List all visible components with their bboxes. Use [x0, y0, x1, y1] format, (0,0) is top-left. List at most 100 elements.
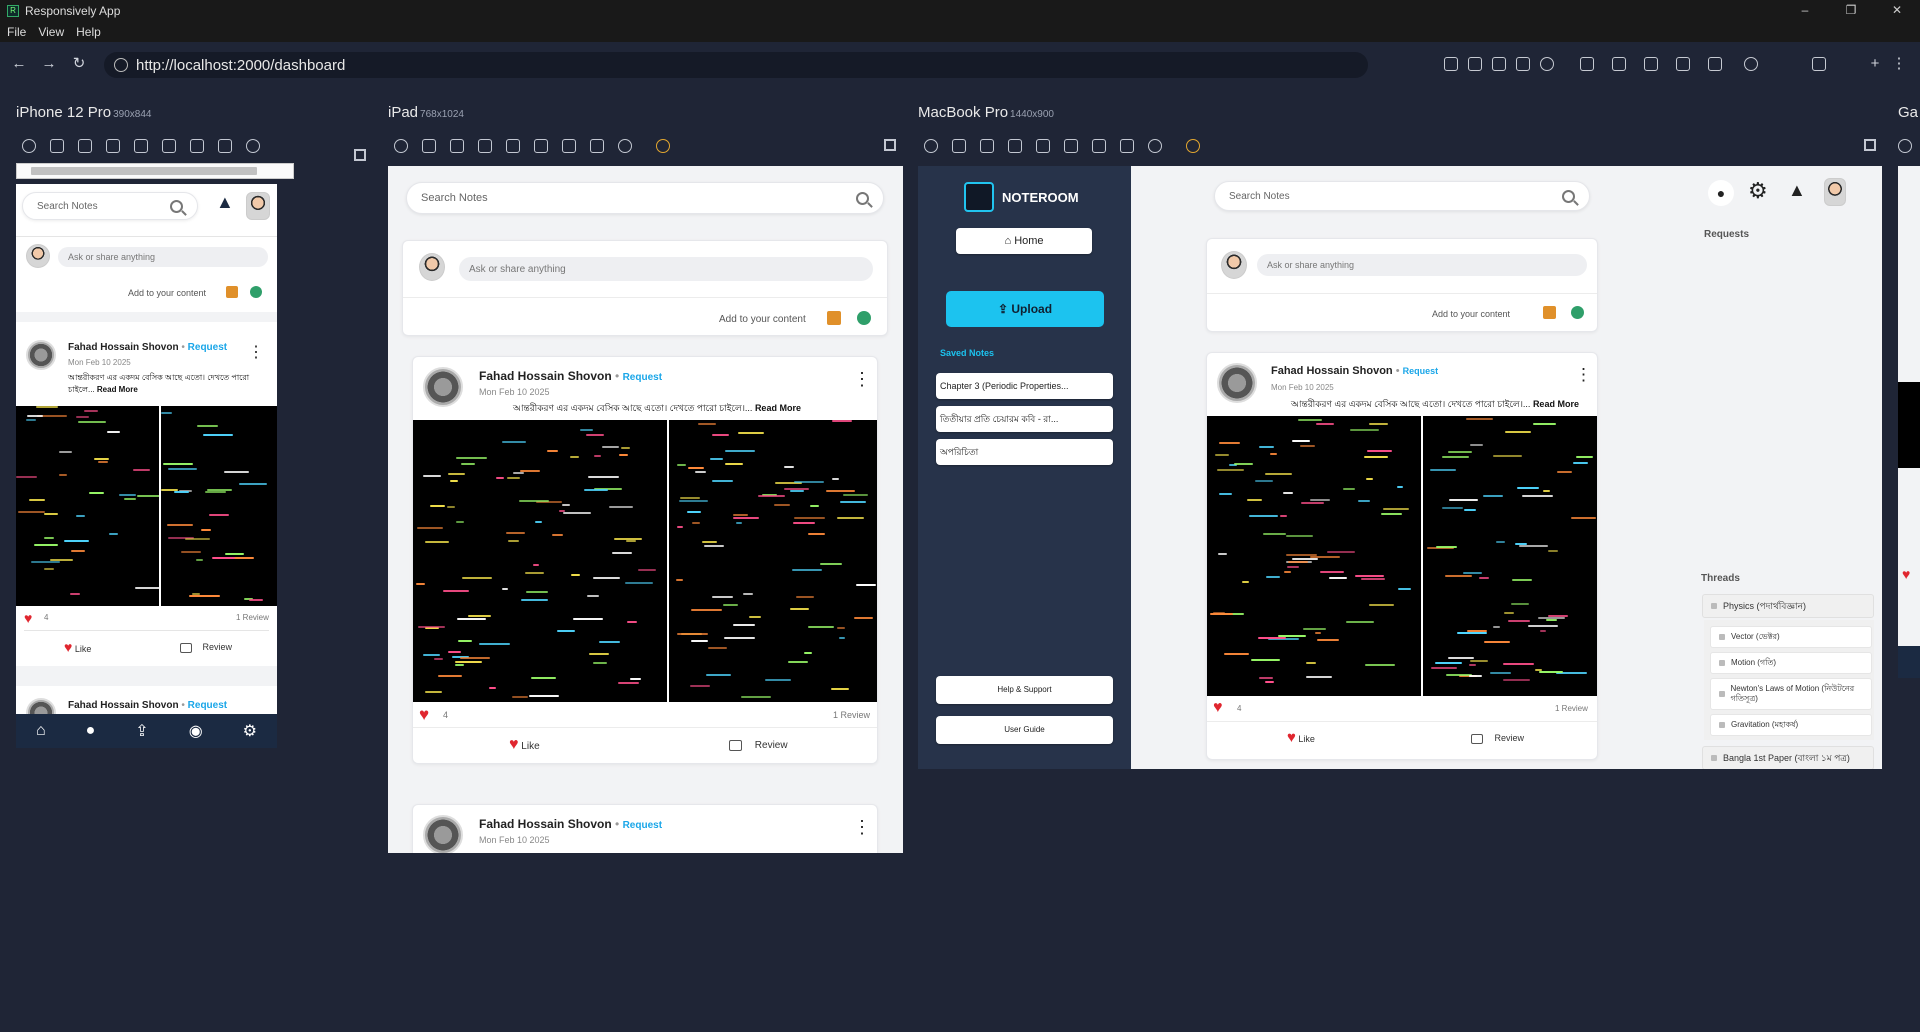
star-icon[interactable] [1540, 57, 1554, 71]
copy-icon[interactable] [162, 139, 176, 153]
kebab-menu-icon[interactable]: ⋮ [248, 342, 264, 362]
upload-icon[interactable]: ⇪ [135, 721, 148, 741]
note-image-left[interactable] [16, 406, 159, 606]
request-link[interactable]: Request [188, 342, 227, 353]
search-icon[interactable] [1562, 189, 1575, 203]
note-image[interactable] [1898, 382, 1920, 468]
screenshot-icon[interactable] [50, 139, 64, 153]
rotate-icon[interactable] [924, 139, 938, 153]
chrome-icon[interactable] [1186, 139, 1200, 153]
heart-icon[interactable]: ♥ [1902, 566, 1910, 582]
thread-parent[interactable]: Physics (পদার্থবিজ্ঞান) [1702, 594, 1874, 618]
request-link[interactable]: Request [623, 820, 662, 831]
code-icon[interactable] [506, 139, 520, 153]
kebab-menu-icon[interactable]: ⋮ [853, 817, 871, 838]
eye-off-icon[interactable] [618, 139, 632, 153]
thread-item[interactable]: Motion (গতি) [1710, 652, 1872, 674]
screenshot-icon[interactable] [952, 139, 966, 153]
thread-item[interactable]: Vector (ভেক্টর) [1710, 626, 1872, 648]
layout-icon[interactable] [590, 139, 604, 153]
expand-icon[interactable] [884, 139, 896, 151]
more-menu-button[interactable]: ⋮ [1888, 53, 1910, 75]
review-button[interactable]: Review [1471, 733, 1524, 744]
search-input[interactable]: Search Notes [406, 182, 884, 214]
like-button[interactable]: ♥ Like [1287, 729, 1315, 746]
inspect-icon[interactable] [1612, 57, 1626, 71]
add-device-button[interactable]: + [1864, 53, 1886, 75]
note-image-right[interactable] [1423, 416, 1597, 696]
toolbar-icon-1[interactable] [1444, 57, 1458, 71]
camera-icon[interactable] [450, 139, 464, 153]
copy-icon[interactable] [1064, 139, 1078, 153]
thread-parent[interactable]: Bangla 1st Paper (বাংলা ১ম পত্র) [1702, 746, 1874, 769]
rotate-icon[interactable] [1898, 139, 1912, 153]
search-icon[interactable] [856, 191, 869, 205]
arrow-up-icon[interactable] [1092, 139, 1106, 153]
search-input[interactable]: Search Notes [1214, 181, 1590, 211]
request-link[interactable]: Request [623, 372, 662, 383]
arrow-up-icon[interactable] [562, 139, 576, 153]
author-name[interactable]: Fahad Hossain Shovon [479, 369, 612, 383]
chat-icon[interactable]: ◉ [189, 721, 203, 741]
note-image-right[interactable] [161, 406, 277, 606]
heart-icon[interactable]: ♥ [24, 610, 32, 626]
note-image-left[interactable] [1207, 416, 1421, 696]
pen-icon[interactable] [106, 139, 120, 153]
read-more-link[interactable]: Read More [1533, 399, 1579, 409]
eye-off-icon[interactable] [1148, 139, 1162, 153]
horizontal-scrollbar[interactable] [16, 163, 294, 179]
explore-icon[interactable]: ● [86, 722, 96, 740]
user-add-icon[interactable] [250, 286, 262, 298]
maximize-button[interactable]: ❐ [1828, 0, 1874, 22]
user-guide-button[interactable]: User Guide [936, 716, 1113, 744]
expand-icon[interactable] [354, 149, 366, 161]
author-name[interactable]: Fahad Hossain Shovon [479, 817, 612, 831]
like-button[interactable]: ♥ Like [509, 736, 540, 754]
bell-icon[interactable]: ▲ [216, 192, 234, 213]
code-icon[interactable] [1036, 139, 1050, 153]
ask-input[interactable]: Ask or share anything [58, 247, 268, 267]
back-button[interactable]: ← [8, 53, 30, 75]
home-button[interactable]: ⌂ Home [956, 228, 1092, 254]
copy-icon[interactable] [534, 139, 548, 153]
chrome-icon[interactable] [656, 139, 670, 153]
saved-note-item[interactable]: তিতীয়ার প্রতি চেয়ারম কবি - রা... [936, 406, 1113, 432]
url-text[interactable]: http://localhost:2000/dashboard [136, 57, 345, 74]
help-support-button[interactable]: Help & Support [936, 676, 1113, 704]
toolbar-icon-2[interactable] [1468, 57, 1482, 71]
rotate-icon[interactable] [394, 139, 408, 153]
wifi-icon[interactable] [1492, 57, 1506, 71]
user-search-icon[interactable]: ● [1708, 180, 1734, 206]
saved-note-item[interactable]: Chapter 3 (Periodic Properties... [936, 373, 1113, 399]
layout-icon[interactable] [218, 139, 232, 153]
notes-icon[interactable] [226, 286, 238, 298]
eye-off-icon[interactable] [246, 139, 260, 153]
layers-icon[interactable] [1708, 57, 1722, 71]
camera-icon[interactable] [1644, 57, 1658, 71]
author-name[interactable]: Fahad Hossain Shovon [68, 342, 179, 353]
heart-icon[interactable]: ♥ [419, 705, 429, 725]
thread-item[interactable]: Gravitation (মহাকর্ষ) [1710, 714, 1872, 736]
read-more-link[interactable]: Read More [755, 403, 801, 413]
layout-icon[interactable] [1120, 139, 1134, 153]
author-name[interactable]: Fahad Hossain Shovon [1271, 365, 1393, 377]
screenshot-icon[interactable] [422, 139, 436, 153]
home-icon[interactable] [1516, 57, 1530, 71]
search-icon[interactable] [170, 199, 183, 213]
user-add-icon[interactable] [1571, 306, 1584, 319]
menu-help[interactable]: Help [76, 25, 101, 39]
camera-icon[interactable] [78, 139, 92, 153]
expand-icon[interactable] [1864, 139, 1876, 151]
upload-button[interactable]: ⇪ Upload [946, 291, 1104, 327]
minimize-button[interactable]: – [1782, 0, 1828, 22]
bell-icon[interactable]: ▲ [1788, 180, 1806, 201]
notes-icon[interactable] [1543, 306, 1556, 319]
kebab-menu-icon[interactable]: ⋮ [853, 369, 871, 390]
notes-icon[interactable] [827, 311, 841, 325]
scrollbar-thumb[interactable] [31, 167, 257, 175]
address-bar[interactable]: http://localhost:2000/dashboard [104, 52, 1368, 78]
thread-item[interactable]: Newton's Laws of Motion (নিউটনের গতিসূত্… [1710, 678, 1872, 710]
saved-note-item[interactable]: অপরিচিতা [936, 439, 1113, 465]
pen-icon[interactable] [478, 139, 492, 153]
preview-layout-icon[interactable] [1812, 57, 1826, 71]
